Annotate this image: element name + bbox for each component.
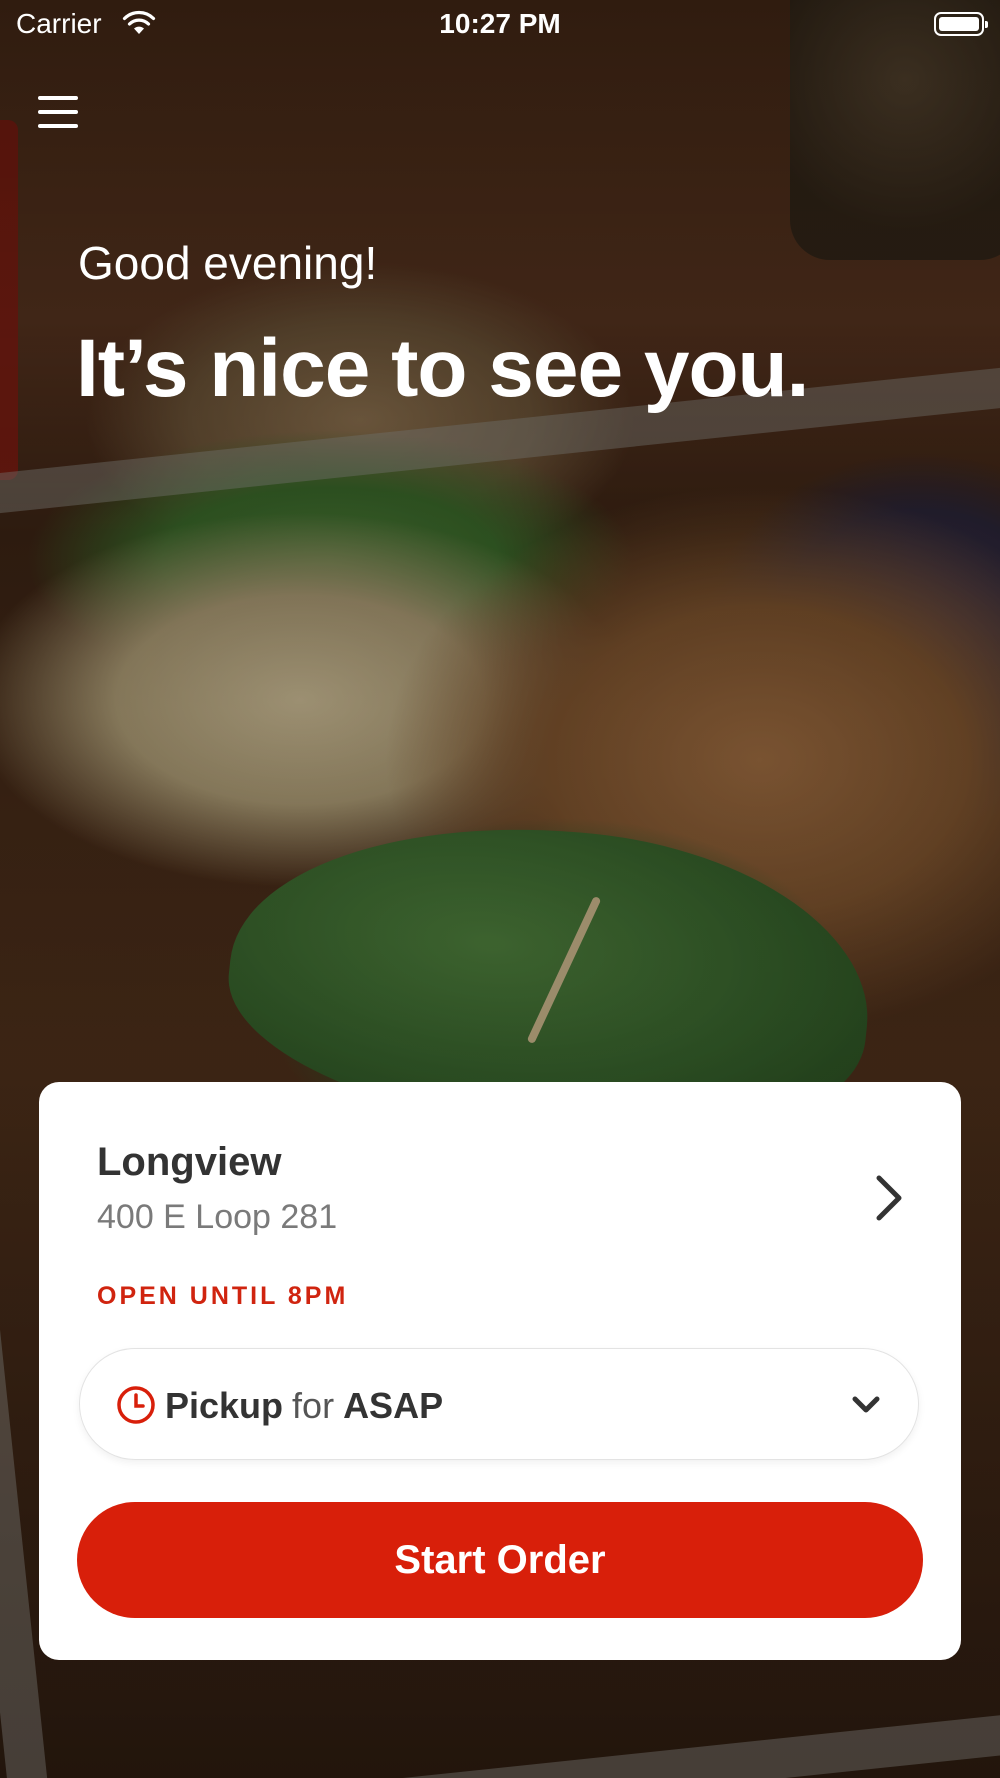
location-card: Longview 400 E Loop 281 OPEN UNTIL 8PM P… — [39, 1082, 961, 1660]
hamburger-menu-icon[interactable] — [38, 94, 78, 130]
chevron-down-icon[interactable] — [850, 1391, 882, 1419]
order-mode-label: Pickup for ASAP — [165, 1385, 443, 1427]
headline-text: It’s nice to see you. — [76, 323, 809, 414]
location-address: 400 E Loop 281 — [97, 1198, 338, 1236]
order-mode-type: Pickup — [165, 1385, 284, 1426]
clock-time: 10:27 PM — [439, 8, 561, 39]
order-mode-selector[interactable]: Pickup for ASAP — [79, 1348, 919, 1460]
chevron-right-icon[interactable] — [865, 1170, 913, 1226]
greeting-text: Good evening! — [78, 237, 378, 289]
order-mode-connector: for — [292, 1385, 335, 1426]
clock-icon — [117, 1386, 155, 1424]
status-bar: Carrier 10:27 PM — [0, 0, 1000, 50]
order-mode-time: ASAP — [343, 1385, 444, 1426]
location-name[interactable]: Longview — [97, 1140, 281, 1185]
start-order-button[interactable]: Start Order — [77, 1502, 923, 1618]
battery-icon — [934, 12, 988, 36]
hours-status: OPEN UNTIL 8PM — [97, 1282, 349, 1310]
